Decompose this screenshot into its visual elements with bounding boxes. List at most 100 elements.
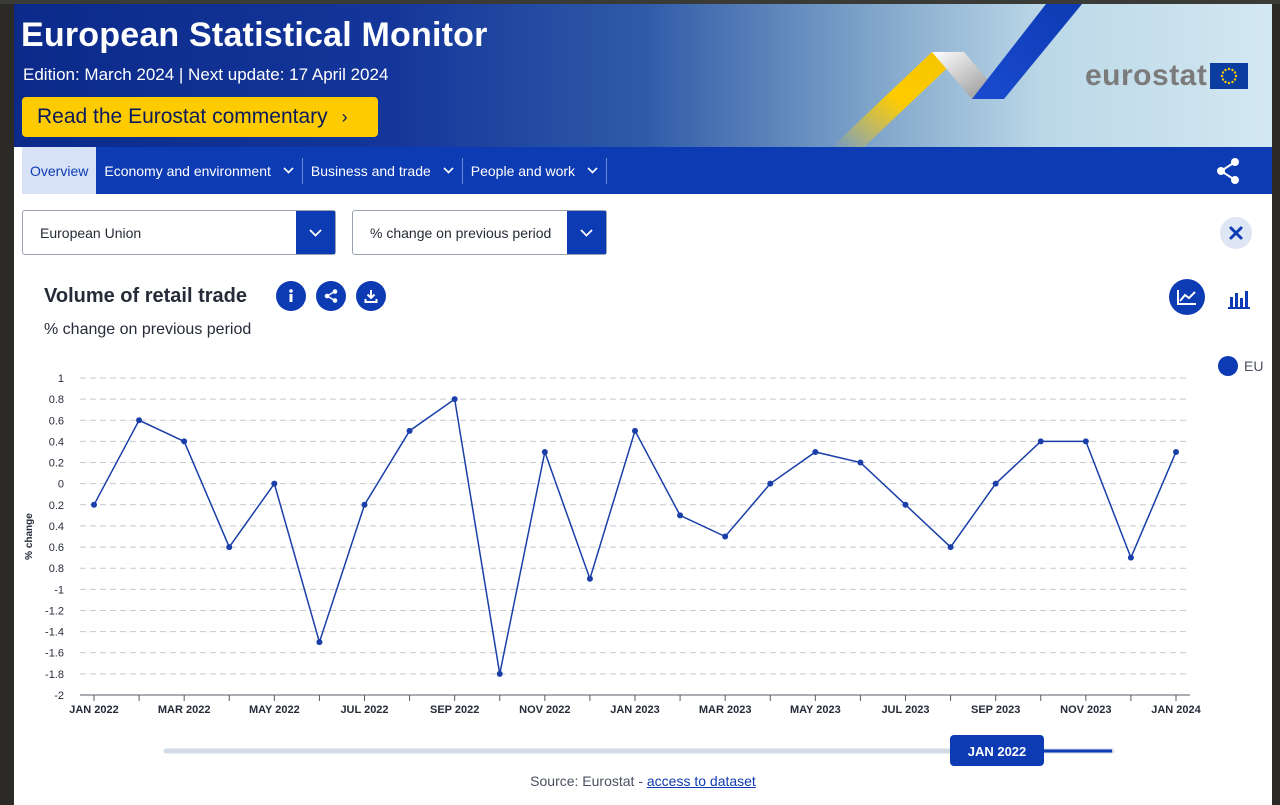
timeline-handle-label: JAN 2022 bbox=[968, 744, 1027, 759]
data-point bbox=[902, 501, 909, 508]
y-tick-label: 0 bbox=[58, 479, 64, 491]
x-tick-label: MAR 2022 bbox=[158, 704, 211, 716]
y-axis-label: % change bbox=[24, 513, 35, 560]
x-tick-label: JAN 2024 bbox=[1151, 704, 1201, 716]
data-point bbox=[316, 639, 323, 646]
data-point bbox=[992, 480, 999, 487]
page-title: European Statistical Monitor bbox=[21, 16, 488, 54]
chevron-down-icon bbox=[443, 165, 454, 177]
nav-item-economy[interactable]: Economy and environment bbox=[96, 147, 302, 194]
x-tick-label: NOV 2023 bbox=[1060, 704, 1111, 716]
y-tick-label: 1 bbox=[58, 373, 64, 385]
line-chart-icon[interactable] bbox=[1169, 279, 1205, 315]
chevron-down-icon[interactable] bbox=[296, 211, 335, 254]
y-tick-label: 0.8 bbox=[49, 563, 64, 575]
nav-item-label: People and work bbox=[470, 162, 576, 179]
chart-title: Volume of retail trade bbox=[44, 285, 248, 307]
data-point bbox=[722, 533, 729, 540]
x-tick-label: JAN 2022 bbox=[69, 704, 119, 716]
eu-flag-icon bbox=[1210, 63, 1249, 89]
data-point bbox=[812, 448, 819, 455]
x-tick-label: JUL 2023 bbox=[881, 704, 929, 716]
data-point bbox=[451, 396, 458, 403]
close-icon[interactable] bbox=[1220, 217, 1252, 249]
data-point bbox=[406, 427, 413, 434]
y-tick-label: 0.6 bbox=[49, 542, 64, 554]
unit-select-value: % change on previous period bbox=[370, 224, 552, 241]
y-tick-label: 0.8 bbox=[49, 394, 64, 406]
data-point bbox=[1173, 448, 1179, 455]
data-point bbox=[767, 480, 774, 487]
source-note: Source: Eurostat - access to dataset bbox=[14, 773, 1272, 789]
x-tick-label: MAY 2022 bbox=[249, 704, 300, 716]
series-line-eu bbox=[93, 397, 1177, 675]
main-nav: Overview Economy and environment Busines… bbox=[22, 147, 1272, 194]
y-tick-label: -1 bbox=[54, 584, 64, 596]
monitor-panel: European Statistical Monitor Edition: Ma… bbox=[14, 4, 1272, 805]
x-tick-label: JAN 2023 bbox=[610, 704, 660, 716]
logo-wordmark: eurostat bbox=[1085, 59, 1208, 92]
nav-item-business[interactable]: Business and trade bbox=[303, 147, 462, 194]
nav-item-people[interactable]: People and work bbox=[463, 147, 606, 194]
nav-item-label: Economy and environment bbox=[104, 162, 271, 179]
data-point bbox=[1127, 554, 1134, 561]
decorative-chevrons bbox=[832, 4, 1082, 147]
x-tick-label: JUL 2022 bbox=[340, 704, 388, 716]
geo-select-value: European Union bbox=[40, 224, 142, 241]
y-tick-label: -2 bbox=[54, 690, 64, 702]
data-point bbox=[271, 480, 278, 487]
chevron-down-icon bbox=[587, 165, 598, 177]
x-tick-label: SEP 2022 bbox=[430, 704, 479, 716]
y-tick-label: 0.2 bbox=[49, 500, 64, 512]
x-tick-label: MAR 2023 bbox=[699, 704, 752, 716]
geo-select[interactable]: European Union bbox=[22, 210, 336, 255]
download-icon[interactable] bbox=[356, 281, 386, 311]
x-tick-label: MAY 2023 bbox=[790, 704, 841, 716]
data-point bbox=[136, 417, 143, 424]
y-tick-label: -1.6 bbox=[45, 648, 64, 660]
x-tick-label: NOV 2022 bbox=[519, 704, 570, 716]
data-point bbox=[857, 459, 864, 466]
line-chart: 1 0.8 0.6 0.4 0.2 0 0.2 0.4 0.6 0.8 -1 -1.2 -1.4 -1.6… bbox=[24, 373, 1202, 716]
commentary-button-label: Read the Eurostat commentary bbox=[37, 105, 328, 128]
y-tick-label: 0.4 bbox=[49, 521, 64, 533]
chevron-right-icon: › bbox=[341, 106, 348, 127]
data-point bbox=[361, 501, 368, 508]
data-point bbox=[586, 575, 593, 582]
share-icon[interactable] bbox=[1214, 157, 1242, 185]
y-tick-label: 0.4 bbox=[49, 436, 64, 448]
share-icon[interactable] bbox=[316, 281, 346, 311]
dataset-link[interactable]: access to dataset bbox=[647, 773, 756, 789]
data-point bbox=[91, 501, 97, 508]
x-tick-label: SEP 2023 bbox=[971, 704, 1020, 716]
nav-item-label: Business and trade bbox=[310, 162, 431, 179]
nav-item-label: Overview bbox=[30, 162, 89, 179]
chevron-down-icon bbox=[283, 165, 294, 177]
data-point bbox=[1037, 438, 1044, 445]
edition-info: Edition: March 2024 | Next update: 17 Ap… bbox=[23, 65, 389, 84]
data-point bbox=[226, 544, 233, 551]
hero-header: European Statistical Monitor Edition: Ma… bbox=[14, 4, 1272, 147]
data-point bbox=[677, 512, 684, 519]
bar-chart-icon[interactable] bbox=[1224, 284, 1254, 314]
data-point bbox=[947, 544, 954, 551]
info-icon[interactable] bbox=[276, 281, 306, 311]
y-tick-label: 0.6 bbox=[49, 415, 64, 427]
data-point bbox=[541, 448, 548, 455]
unit-select[interactable]: % change on previous period bbox=[352, 210, 607, 255]
data-point bbox=[181, 438, 188, 445]
nav-item-overview[interactable]: Overview bbox=[22, 147, 97, 194]
data-point bbox=[632, 427, 638, 434]
chart-subtitle: % change on previous period bbox=[44, 321, 252, 338]
y-tick-label: -1.2 bbox=[45, 605, 64, 617]
y-tick-label: -1.4 bbox=[45, 627, 64, 639]
timeline-slider[interactable]: JAN 2022 bbox=[14, 729, 1272, 774]
y-tick-label: 0.2 bbox=[49, 458, 64, 470]
source-prefix: Source: Eurostat - bbox=[530, 773, 647, 789]
chevron-down-icon[interactable] bbox=[567, 211, 606, 254]
data-point bbox=[496, 670, 503, 677]
eurostat-logo: eurostat bbox=[1085, 59, 1249, 93]
commentary-button[interactable]: Read the Eurostat commentary › bbox=[22, 97, 378, 137]
data-point bbox=[1082, 438, 1089, 445]
nav-divider bbox=[606, 157, 608, 184]
